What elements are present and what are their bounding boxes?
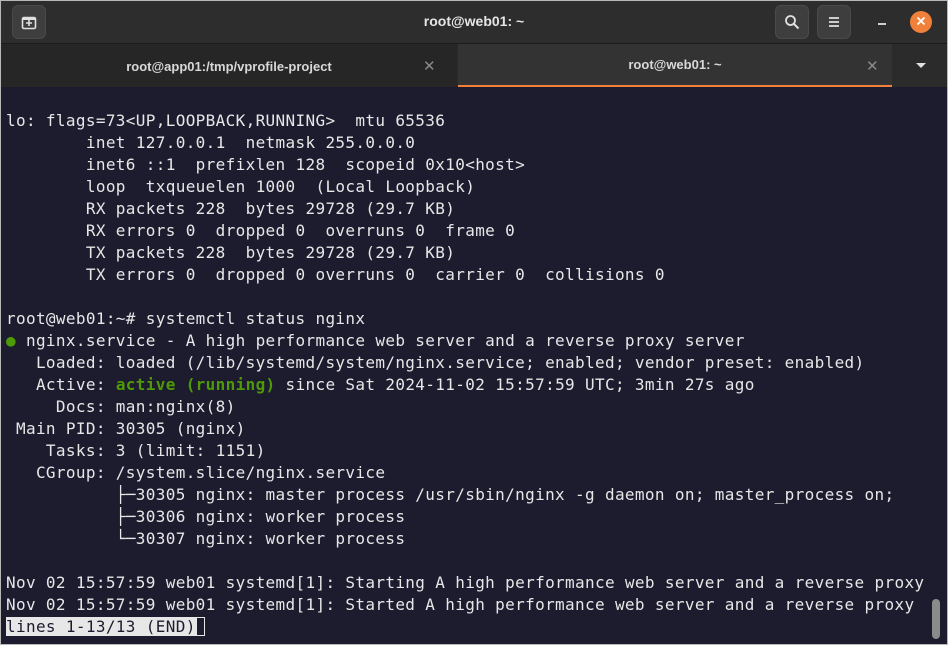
close-icon [916, 13, 926, 31]
text-cursor [195, 617, 205, 636]
terminal-line: inet 127.0.0.1 netmask 255.0.0.0 [6, 133, 416, 152]
hamburger-menu-icon [827, 15, 841, 29]
search-icon [784, 14, 800, 30]
tab-label: root@web01: ~ [628, 57, 722, 72]
close-window-button[interactable] [910, 11, 932, 33]
terminal-line: Docs: man:nginx(8) [6, 397, 236, 416]
terminal-line: inet6 ::1 prefixlen 128 scopeid 0x10<hos… [6, 155, 526, 174]
tab-web01[interactable]: root@web01: ~ ✕ [458, 44, 892, 88]
terminal-line: loop txqueuelen 1000 (Local Loopback) [6, 177, 476, 196]
search-button[interactable] [775, 5, 809, 39]
terminal-line: RX packets 228 bytes 29728 (29.7 KB) [6, 199, 456, 218]
terminal-line: ├─30305 nginx: master process /usr/sbin/… [6, 485, 895, 504]
close-icon[interactable]: ✕ [866, 57, 879, 75]
terminal-line: TX packets 228 bytes 29728 (29.7 KB) [6, 243, 456, 262]
active-label: Active: [6, 375, 116, 394]
command-line: root@web01:~# systemctl status nginx [6, 309, 366, 328]
service-line: ● nginx.service - A high performance web… [6, 330, 745, 352]
tab-dropdown-button[interactable] [893, 44, 947, 88]
log-line: Nov 02 15:57:59 web01 systemd[1]: Starti… [6, 573, 925, 592]
tab-label: root@app01:/tmp/vprofile-project [126, 58, 332, 74]
terminal-line: Tasks: 3 (limit: 1151) [6, 441, 266, 460]
terminal-line: └─30307 nginx: worker process [6, 529, 406, 548]
active-state: active (running) [115, 375, 276, 394]
tab-bar: root@app01:/tmp/vprofile-project ✕ root@… [1, 43, 947, 88]
terminal-output[interactable]: lo: flags=73<UP,LOOPBACK,RUNNING> mtu 65… [1, 87, 947, 644]
service-description: nginx.service - A high performance web s… [15, 331, 745, 350]
log-line: Nov 02 15:57:59 web01 systemd[1]: Starte… [6, 595, 915, 614]
status-dot-icon: ● [6, 331, 16, 350]
menu-button[interactable] [817, 5, 851, 39]
terminal-line: TX errors 0 dropped 0 overruns 0 carrier… [6, 265, 665, 284]
active-line: Active: active (running) since Sat 2024-… [6, 374, 755, 396]
chevron-down-icon [915, 57, 927, 75]
pager-status-line: lines 1-13/13 (END) [6, 616, 205, 638]
loaded-line: Loaded: loaded (/lib/systemd/system/ngin… [6, 353, 865, 372]
pager-status: lines 1-13/13 (END) [6, 617, 196, 636]
terminal-line: RX errors 0 dropped 0 overruns 0 frame 0 [6, 221, 516, 240]
scrollbar-thumb[interactable] [932, 599, 940, 639]
tab-app01[interactable]: root@app01:/tmp/vprofile-project ✕ [1, 44, 457, 88]
terminal-line: lo: flags=73<UP,LOOPBACK,RUNNING> mtu 65… [6, 111, 446, 130]
title-bar: root@web01: ~ [1, 1, 947, 43]
close-icon[interactable]: ✕ [423, 57, 436, 75]
terminal-line: Main PID: 30305 (nginx) [6, 419, 246, 438]
terminal-line: ├─30306 nginx: worker process [6, 507, 406, 526]
active-since: since Sat 2024-11-02 15:57:59 UTC; 3min … [275, 375, 755, 394]
minimize-icon [876, 13, 888, 31]
terminal-window: root@web01: ~ root@app01:/tmp/vprofile-p… [0, 0, 948, 645]
terminal-line: CGroup: /system.slice/nginx.service [6, 463, 386, 482]
minimize-button[interactable] [871, 11, 893, 33]
